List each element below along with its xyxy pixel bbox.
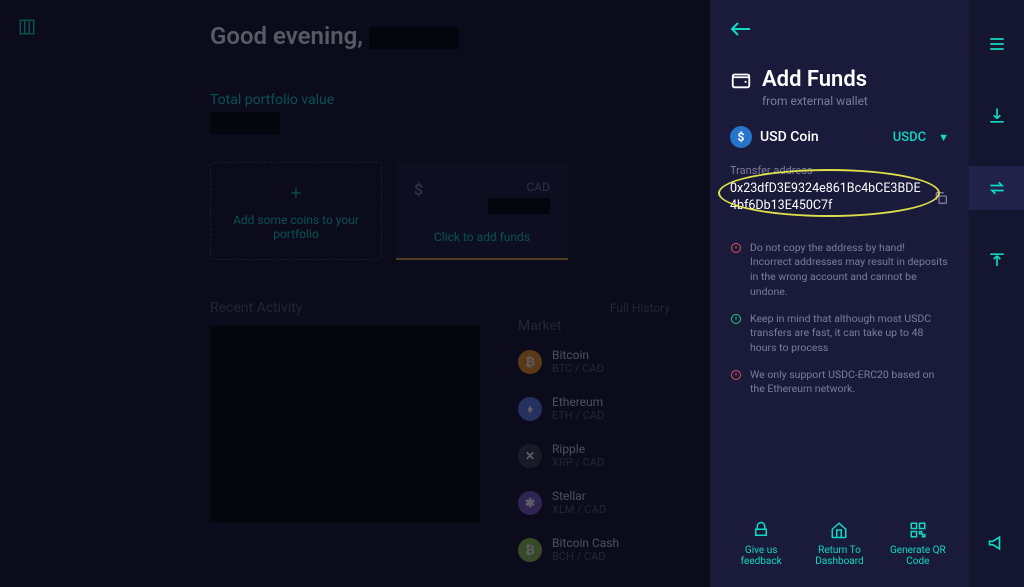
info-icon [730, 313, 742, 325]
coin-icon: ✕ [518, 444, 542, 468]
coin-icon: ✱ [518, 491, 542, 515]
market-coin[interactable]: ₿ Bitcoin Cash BCH / CAD [518, 536, 698, 563]
wallet-icon [730, 69, 752, 91]
coin-pair: ETH / CAD [552, 409, 604, 422]
coin-selector[interactable]: $ USD Coin USDC ▼ [730, 126, 949, 148]
address-label: Transfer address [730, 164, 949, 177]
coin-name: Ripple [552, 442, 604, 456]
generate-qr-button[interactable]: Generate QR Code [883, 521, 953, 567]
add-coins-card[interactable]: + Add some coins to your portfolio [210, 162, 382, 260]
portfolio-value-redacted [210, 112, 280, 134]
chevron-down-icon: ▼ [938, 131, 949, 144]
note-text: We only support USDC-ERC20 based on the … [750, 368, 949, 397]
coin-pair: XLM / CAD [552, 503, 606, 516]
greeting: Good evening, [210, 22, 670, 50]
coin-name: Bitcoin [552, 348, 604, 362]
market-coin[interactable]: ✕ Ripple XRP / CAD [518, 442, 698, 469]
note-text: Keep in mind that although most USDC tra… [750, 312, 949, 356]
market-section: Market ₿ Bitcoin BTC / CAD ♦ Ethereum ETH… [518, 318, 698, 583]
activity-body-redacted [210, 326, 480, 522]
side-rail [969, 0, 1024, 587]
info-icon [730, 242, 742, 254]
back-button[interactable] [730, 20, 752, 41]
notes-list: Do not copy the address by hand! Incorre… [730, 241, 949, 397]
coin-pair: BTC / CAD [552, 362, 604, 375]
coin-pair: XRP / CAD [552, 456, 604, 469]
coin-icon: ₿ [518, 350, 542, 374]
info-icon [730, 369, 742, 381]
market-coin[interactable]: ✱ Stellar XLM / CAD [518, 489, 698, 516]
coin-name: Stellar [552, 489, 606, 503]
add-funds-panel: Add Funds from external wallet $ USD Coi… [710, 0, 969, 587]
withdraw-icon[interactable] [969, 238, 1024, 282]
activity-title: Recent Activity [210, 300, 302, 316]
funds-currency: CAD [526, 180, 550, 194]
announce-icon[interactable] [969, 521, 1024, 565]
selected-coin-name: USD Coin [760, 129, 885, 145]
coin-name: Bitcoin Cash [552, 536, 619, 550]
add-coins-label: Add some coins to your portfolio [229, 213, 363, 241]
copy-icon[interactable] [933, 190, 949, 206]
market-title: Market [518, 318, 698, 334]
transfer-address[interactable]: 0x23dfD3E9324e861Bc4bCE3BDE4bf6Db13E450C… [730, 181, 925, 215]
note: We only support USDC-ERC20 based on the … [730, 368, 949, 397]
note: Do not copy the address by hand! Incorre… [730, 241, 949, 300]
funds-card[interactable]: $ CAD Click to add funds [396, 162, 568, 260]
transfer-icon[interactable] [969, 166, 1024, 210]
coin-icon: ₿ [518, 538, 542, 562]
usdc-icon: $ [730, 126, 752, 148]
return-dashboard-button[interactable]: Return To Dashboard [804, 521, 874, 567]
panel-subtitle: from external wallet [762, 94, 868, 108]
market-coin[interactable]: ♦ Ethereum ETH / CAD [518, 395, 698, 422]
portfolio-label: Total portfolio value [210, 92, 670, 108]
note-text: Do not copy the address by hand! Incorre… [750, 241, 949, 300]
market-coin[interactable]: ₿ Bitcoin BTC / CAD [518, 348, 698, 375]
feedback-button[interactable]: Give us feedback [726, 521, 796, 567]
deposit-icon[interactable] [969, 94, 1024, 138]
dollar-icon: $ [414, 180, 423, 199]
coin-name: Ethereum [552, 395, 604, 409]
funds-balance-redacted [488, 198, 550, 214]
coin-pair: BCH / CAD [552, 550, 619, 563]
selected-coin-symbol: USDC [893, 130, 926, 145]
panel-title: Add Funds [762, 67, 868, 92]
coin-icon: ♦ [518, 397, 542, 421]
plus-icon: + [290, 181, 301, 205]
add-funds-link[interactable]: Click to add funds [396, 230, 568, 244]
note: Keep in mind that although most USDC tra… [730, 312, 949, 356]
full-history-link[interactable]: Full History [610, 301, 670, 315]
menu-icon[interactable] [969, 22, 1024, 66]
